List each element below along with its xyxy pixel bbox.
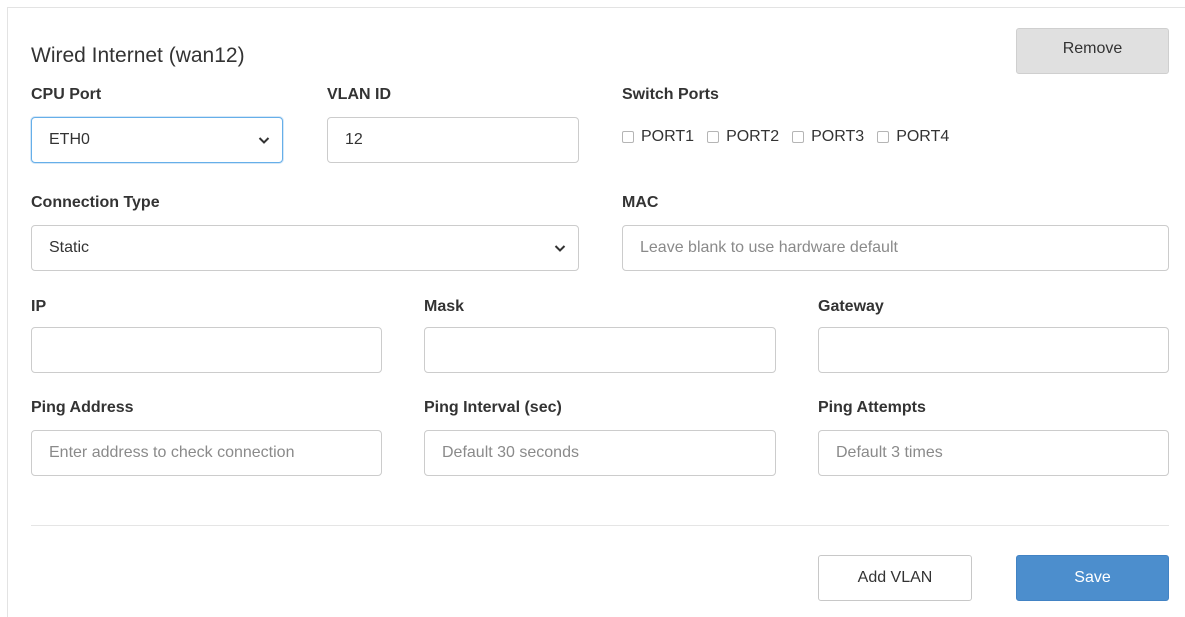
connection-type-value: Static: [49, 239, 90, 256]
port4-label: PORT4: [896, 128, 950, 145]
switch-ports-label: Switch Ports: [622, 86, 719, 103]
port1-label: PORT1: [641, 128, 695, 145]
ping-interval-label: Ping Interval (sec): [424, 399, 562, 416]
chevron-down-icon: [258, 137, 270, 144]
cpu-port-label: CPU Port: [31, 86, 102, 103]
port2-label: PORT2: [726, 128, 780, 145]
ping-attempts-placeholder: Default 3 times: [836, 444, 943, 461]
port2-checkbox[interactable]: PORT2: [707, 128, 779, 146]
ping-attempts-label: Ping Attempts: [818, 399, 926, 416]
connection-type-label: Connection Type: [31, 194, 160, 211]
checkbox-icon[interactable]: [792, 131, 805, 143]
chevron-down-icon: [554, 245, 566, 252]
footer-divider: [31, 525, 1169, 526]
checkbox-icon[interactable]: [707, 131, 720, 143]
card-title: Wired Internet (wan12): [31, 44, 245, 67]
switch-ports-group: PORT1 PORT2 PORT3 PORT4: [622, 128, 962, 146]
ping-attempts-input[interactable]: Default 3 times: [818, 430, 1169, 476]
remove-button[interactable]: Remove: [1016, 28, 1169, 74]
mac-input[interactable]: Leave blank to use hardware default: [622, 225, 1169, 271]
ping-address-input[interactable]: Enter address to check connection: [31, 430, 382, 476]
connection-type-select[interactable]: Static: [31, 225, 579, 271]
ip-input[interactable]: [31, 327, 382, 373]
cpu-port-value: ETH0: [49, 131, 90, 148]
mac-placeholder: Leave blank to use hardware default: [640, 239, 898, 256]
vlan-id-input[interactable]: 12: [327, 117, 579, 163]
checkbox-icon[interactable]: [877, 131, 890, 143]
mac-label: MAC: [622, 194, 659, 211]
vlan-id-value: 12: [345, 131, 363, 148]
gateway-label: Gateway: [818, 298, 884, 315]
mask-label: Mask: [424, 298, 465, 315]
port3-checkbox[interactable]: PORT3: [792, 128, 864, 146]
checkbox-icon[interactable]: [622, 131, 634, 143]
ping-address-label: Ping Address: [31, 399, 134, 416]
port1-checkbox[interactable]: PORT1: [622, 128, 694, 146]
ping-interval-placeholder: Default 30 seconds: [442, 444, 579, 461]
vlan-id-label: VLAN ID: [327, 86, 391, 103]
port4-checkbox[interactable]: PORT4: [877, 128, 949, 146]
gateway-input[interactable]: [818, 327, 1169, 373]
ping-interval-input[interactable]: Default 30 seconds: [424, 430, 776, 476]
add-vlan-button[interactable]: Add VLAN: [818, 555, 972, 601]
ping-address-placeholder: Enter address to check connection: [49, 444, 295, 461]
mask-input[interactable]: [424, 327, 776, 373]
save-button[interactable]: Save: [1016, 555, 1169, 601]
port3-label: PORT3: [811, 128, 865, 145]
cpu-port-select[interactable]: ETH0: [31, 117, 283, 163]
ip-label: IP: [31, 298, 47, 315]
